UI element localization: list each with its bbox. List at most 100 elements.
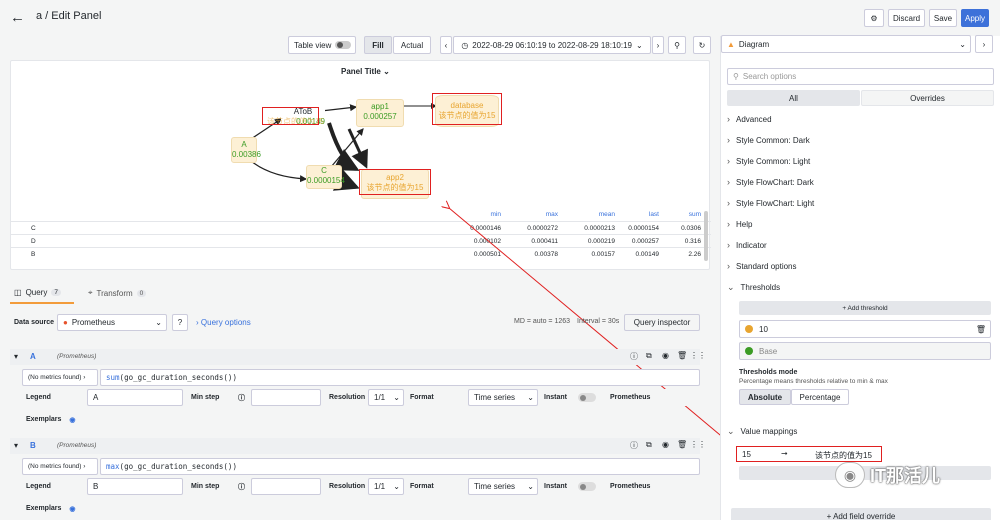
- mode-percentage-button[interactable]: Percentage: [791, 389, 849, 405]
- metrics-browser-button[interactable]: (No metrics found) ›: [22, 369, 98, 386]
- section-advanced[interactable]: › Advanced: [727, 114, 772, 124]
- collapse-icon[interactable]: ▾: [14, 352, 18, 361]
- min-step-input[interactable]: [251, 389, 321, 406]
- eye-icon[interactable]: ◉: [69, 416, 75, 424]
- section-thresholds[interactable]: ⌄ Thresholds: [727, 282, 780, 293]
- legend-row-name[interactable]: D: [31, 238, 36, 245]
- exemplars-label: Exemplars ◉: [22, 411, 82, 428]
- legend-cell: 0.316: [684, 238, 701, 245]
- min-step-input[interactable]: [251, 478, 321, 495]
- mode-absolute-button[interactable]: Absolute: [739, 389, 791, 405]
- watermark-text: IT那活儿: [870, 466, 940, 486]
- chevron-right-icon: ›: [196, 318, 199, 327]
- tab-transform[interactable]: ⌖ Transform 0: [88, 288, 147, 298]
- viz-picker[interactable]: ▲ Diagram ⌄: [721, 35, 971, 53]
- time-range-picker[interactable]: ◷ 2022-08-29 06:10:19 to 2022-08-29 18:1…: [453, 36, 651, 54]
- actual-button[interactable]: Actual: [393, 36, 431, 54]
- chevron-right-icon: ›: [727, 135, 730, 145]
- search-options-input[interactable]: ⚲ Search options: [727, 68, 994, 85]
- section-style-flowchart-dark[interactable]: › Style FlowChart: Dark: [727, 177, 814, 187]
- query-letter[interactable]: B: [30, 441, 36, 450]
- add-field-override-button[interactable]: + Add field override: [731, 508, 991, 520]
- diagram-node-app1[interactable]: app1 0.000257: [356, 99, 404, 127]
- help-icon[interactable]: ?: [172, 314, 188, 331]
- resolution-select[interactable]: 1/1 ⌄: [368, 389, 404, 406]
- zoom-out-icon[interactable]: ⚲: [668, 36, 686, 54]
- instant-switch[interactable]: [578, 482, 596, 491]
- section-style-flowchart-light[interactable]: › Style FlowChart: Light: [727, 198, 814, 208]
- query-options-link[interactable]: › Query options: [196, 318, 251, 327]
- section-standard-options[interactable]: › Standard options: [727, 261, 797, 271]
- col-min[interactable]: min: [481, 211, 501, 218]
- diagram-node-c[interactable]: C 0.0000154: [306, 165, 345, 189]
- threshold-base-row[interactable]: Base: [739, 342, 991, 360]
- query-letter[interactable]: A: [30, 352, 36, 361]
- exemplars-label: Exemplars ◉: [22, 500, 82, 517]
- tab-query[interactable]: ◫ Query 7: [14, 288, 61, 297]
- col-max[interactable]: max: [536, 211, 558, 218]
- trash-icon[interactable]: 🗑: [677, 440, 687, 449]
- apply-button[interactable]: Apply: [961, 9, 989, 27]
- time-back-button[interactable]: ‹: [440, 36, 452, 54]
- eye-icon[interactable]: ◉: [662, 351, 669, 360]
- section-indicator[interactable]: › Indicator: [727, 240, 767, 250]
- refresh-icon[interactable]: ↻: [693, 36, 711, 54]
- threshold-color-dot[interactable]: [745, 325, 753, 333]
- duplicate-icon[interactable]: ⧉: [646, 440, 652, 450]
- query-interval: Interval = 30s: [577, 318, 620, 325]
- eye-icon[interactable]: ◉: [69, 505, 75, 513]
- trash-icon[interactable]: 🗑: [677, 351, 687, 360]
- time-forward-button[interactable]: ›: [652, 36, 664, 54]
- add-mappings-button[interactable]: + Add mappings: [739, 466, 991, 480]
- instant-switch[interactable]: [578, 393, 596, 402]
- base-color-dot[interactable]: [745, 347, 753, 355]
- collapse-pane-button[interactable]: ›: [975, 35, 993, 53]
- section-value-mappings[interactable]: ⌄ Value mappings: [727, 426, 797, 437]
- section-help[interactable]: › Help: [727, 219, 752, 229]
- datasource-select[interactable]: ● Prometheus ⌄: [57, 314, 167, 331]
- legend-cell: 0.00157: [591, 251, 616, 258]
- threshold-row[interactable]: 10 🗑: [739, 320, 991, 338]
- table-scrollbar[interactable]: [704, 211, 708, 261]
- query-expression-input[interactable]: max(go_gc_duration_seconds()): [100, 458, 700, 475]
- add-threshold-button[interactable]: + Add threshold: [739, 301, 991, 315]
- threshold-value: 10: [759, 324, 768, 334]
- discard-button[interactable]: Discard: [888, 9, 925, 27]
- duplicate-icon[interactable]: ⧉: [646, 351, 652, 361]
- drag-handle-icon[interactable]: ⋮⋮: [690, 440, 706, 449]
- col-last[interactable]: last: [641, 211, 659, 218]
- table-view-toggle[interactable]: Table view: [288, 36, 356, 54]
- legend-input[interactable]: A: [87, 389, 183, 406]
- fill-button[interactable]: Fill: [364, 36, 392, 54]
- metrics-browser-button[interactable]: (No metrics found) ›: [22, 458, 98, 475]
- tab-overrides[interactable]: Overrides: [861, 90, 994, 106]
- col-mean[interactable]: mean: [591, 211, 615, 218]
- section-style-common-light[interactable]: › Style Common: Light: [727, 156, 810, 166]
- prometheus-icon: ●: [63, 318, 68, 327]
- datasource-label: Data source: [14, 319, 55, 326]
- chevron-down-icon: ⌄: [727, 282, 735, 292]
- back-arrow-icon[interactable]: ←: [10, 9, 25, 26]
- tab-all[interactable]: All: [727, 90, 860, 106]
- mapping-row[interactable]: 15 ➞ 该节点的值为15: [736, 446, 882, 462]
- eye-icon[interactable]: ◉: [662, 440, 669, 449]
- collapse-icon[interactable]: ▾: [14, 441, 18, 450]
- drag-handle-icon[interactable]: ⋮⋮: [690, 351, 706, 360]
- col-sum[interactable]: sum: [681, 211, 701, 218]
- thresholds-mode-label: Thresholds mode: [739, 369, 798, 376]
- resolution-select[interactable]: 1/1 ⌄: [368, 478, 404, 495]
- legend-row-name[interactable]: B: [31, 251, 35, 258]
- query-help-icon[interactable]: ⓘ: [630, 351, 638, 362]
- format-select[interactable]: Time series ⌄: [468, 478, 538, 495]
- diagram-node-a[interactable]: A 0.00386: [231, 137, 261, 163]
- query-help-icon[interactable]: ⓘ: [630, 440, 638, 451]
- trash-icon[interactable]: 🗑: [976, 325, 986, 334]
- query-expression-input[interactable]: sum(go_gc_duration_seconds()): [100, 369, 700, 386]
- save-button[interactable]: Save: [929, 9, 957, 27]
- legend-input[interactable]: B: [87, 478, 183, 495]
- query-inspector-button[interactable]: Query inspector: [624, 314, 700, 331]
- format-select[interactable]: Time series ⌄: [468, 389, 538, 406]
- section-style-common-dark[interactable]: › Style Common: Dark: [727, 135, 810, 145]
- gear-icon[interactable]: ⚙: [864, 9, 884, 27]
- legend-row-name[interactable]: C: [31, 225, 36, 232]
